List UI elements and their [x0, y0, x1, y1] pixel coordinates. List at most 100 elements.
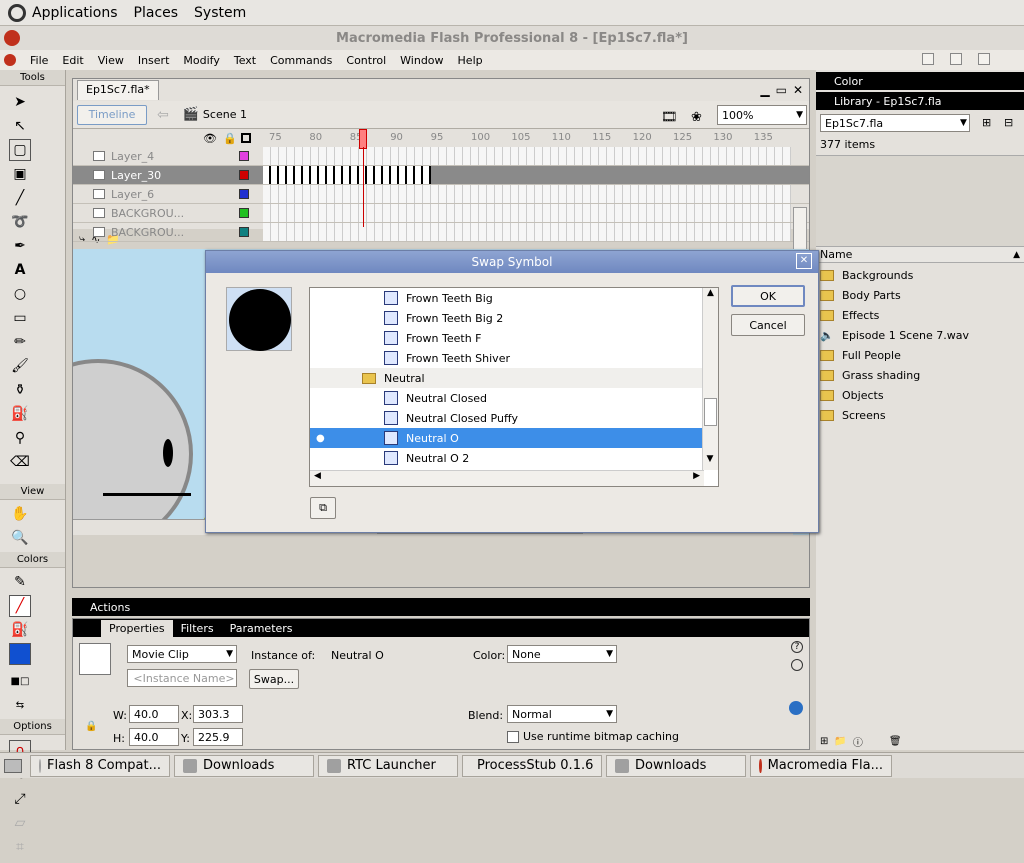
- layer-frames[interactable]: [263, 166, 431, 184]
- new-library-icon[interactable]: ⊞: [982, 116, 991, 129]
- menu-window[interactable]: Window: [400, 54, 443, 67]
- close-icon[interactable]: [978, 53, 990, 65]
- library-item[interactable]: Objects: [816, 385, 1024, 405]
- black-white-icon[interactable]: ■□: [9, 670, 31, 692]
- playhead[interactable]: [359, 129, 367, 149]
- tab-properties[interactable]: Properties: [101, 620, 173, 637]
- edit-symbols-icon[interactable]: ❀: [691, 110, 702, 125]
- library-name-header[interactable]: Name ▲: [816, 247, 1024, 263]
- vscroll-thumb[interactable]: [704, 398, 717, 426]
- swap-colors-icon[interactable]: ⇆: [9, 694, 31, 716]
- layer-color-swatch[interactable]: [239, 151, 249, 161]
- menu-file[interactable]: File: [30, 54, 48, 67]
- hand-tool-icon[interactable]: ✋: [9, 503, 31, 525]
- library-item[interactable]: Effects: [816, 305, 1024, 325]
- menu-control[interactable]: Control: [346, 54, 386, 67]
- tab-parameters[interactable]: Parameters: [222, 620, 301, 637]
- library-panel-header[interactable]: Library - Ep1Sc7.fla: [816, 92, 1024, 110]
- symbol-list-item[interactable]: ● Neutral O: [310, 428, 704, 448]
- layer-color-swatch[interactable]: [239, 227, 249, 237]
- scroll-down-icon[interactable]: ▼: [703, 454, 717, 470]
- help-icon[interactable]: ?: [791, 641, 803, 653]
- minimize-icon[interactable]: [922, 53, 934, 65]
- lock-icon[interactable]: 🔒: [223, 132, 237, 145]
- back-arrow-icon[interactable]: ⇦: [157, 107, 169, 123]
- delete-icon[interactable]: 🗑: [889, 736, 902, 747]
- lasso-tool-icon[interactable]: ➰: [9, 211, 31, 233]
- symbol-list-item[interactable]: Frown Teeth Big 2: [310, 308, 704, 328]
- text-tool-icon[interactable]: A: [9, 259, 31, 281]
- pen-tool-icon[interactable]: ✒: [9, 235, 31, 257]
- library-item[interactable]: Body Parts: [816, 285, 1024, 305]
- zoom-select[interactable]: 100% ▼: [717, 105, 807, 125]
- layer-frames[interactable]: [263, 204, 791, 222]
- blend-select[interactable]: Normal ▼: [507, 705, 617, 723]
- menu-text[interactable]: Text: [234, 54, 256, 67]
- scale-icon[interactable]: ⤢: [9, 788, 31, 810]
- library-item[interactable]: 🔈 Episode 1 Scene 7.wav: [816, 325, 1024, 345]
- taskbar-item[interactable]: Flash 8 Compat...: [30, 754, 170, 777]
- scroll-right-icon[interactable]: ▶: [693, 471, 700, 481]
- symbol-type-select[interactable]: Movie Clip ▼: [127, 645, 237, 663]
- symbol-list-item[interactable]: Neutral Closed Puffy: [310, 408, 704, 428]
- stroke-swatch[interactable]: ╱: [9, 595, 31, 617]
- properties-icon[interactable]: ⓘ: [853, 734, 863, 749]
- menu-places[interactable]: Places: [134, 5, 179, 21]
- color-panel-header[interactable]: Color: [816, 72, 1024, 90]
- bitmap-caching-checkbox[interactable]: [507, 731, 519, 743]
- line-tool-icon[interactable]: ╱: [9, 187, 31, 209]
- taskbar-item[interactable]: Macromedia Fla...: [750, 754, 892, 777]
- list-hscroll[interactable]: ◀ ▶: [310, 470, 704, 486]
- layer-row[interactable]: BACKGROU...: [73, 223, 809, 242]
- subselect-tool-icon[interactable]: ↖: [9, 115, 31, 137]
- layer-row[interactable]: BACKGROU...: [73, 204, 809, 223]
- x-input[interactable]: 303.3: [193, 705, 243, 723]
- taskbar-item[interactable]: Downloads: [606, 754, 746, 777]
- swap-button[interactable]: Swap...: [249, 669, 299, 689]
- dialog-close-icon[interactable]: ✕: [796, 253, 812, 269]
- fill-transform-tool-icon[interactable]: ▣: [9, 163, 31, 185]
- gnome-logo-icon[interactable]: [8, 3, 26, 22]
- layer-row[interactable]: Layer_6: [73, 185, 809, 204]
- new-folder-icon[interactable]: 📁: [834, 736, 846, 747]
- timeline-toggle-button[interactable]: Timeline: [77, 104, 147, 125]
- layer-color-swatch[interactable]: [239, 170, 249, 180]
- pencil-tool-icon[interactable]: ✏: [9, 331, 31, 353]
- tab-filters[interactable]: Filters: [173, 620, 222, 637]
- fill-color-icon[interactable]: ⛽: [9, 619, 31, 641]
- accessibility-icon[interactable]: [791, 659, 803, 671]
- layer-frames[interactable]: [263, 223, 791, 241]
- duplicate-symbol-button[interactable]: ⧉: [310, 497, 336, 519]
- width-input[interactable]: 40.0: [129, 705, 179, 723]
- envelope-icon[interactable]: ⌗: [9, 836, 31, 858]
- height-input[interactable]: 40.0: [129, 728, 179, 746]
- menu-modify[interactable]: Modify: [183, 54, 219, 67]
- menu-commands[interactable]: Commands: [270, 54, 332, 67]
- fill-swatch[interactable]: [9, 643, 31, 665]
- document-tab[interactable]: Ep1Sc7.fla*: [77, 80, 159, 100]
- zoom-tool-icon[interactable]: 🔍: [9, 527, 31, 549]
- menu-insert[interactable]: Insert: [138, 54, 170, 67]
- menu-system[interactable]: System: [194, 5, 246, 21]
- taskbar-item[interactable]: RTC Launcher: [318, 754, 458, 777]
- paint-bucket-tool-icon[interactable]: ⛽: [9, 403, 31, 425]
- outline-icon[interactable]: [241, 133, 251, 143]
- library-document-select[interactable]: Ep1Sc7.fla ▼: [820, 114, 970, 132]
- edit-accessibility-icon[interactable]: [789, 701, 803, 715]
- edit-scene-icon[interactable]: 🎞: [661, 110, 678, 125]
- layer-frames[interactable]: [263, 147, 791, 165]
- scroll-left-icon[interactable]: ◀: [314, 471, 321, 481]
- lock-proportions-icon[interactable]: 🔒: [85, 721, 97, 732]
- scroll-up-icon[interactable]: ▲: [703, 288, 718, 304]
- scene-label[interactable]: Scene 1: [203, 108, 247, 121]
- symbol-list-item[interactable]: Neutral Closed: [310, 388, 704, 408]
- list-vscroll[interactable]: ▲ ▼: [702, 288, 718, 470]
- free-transform-tool-icon[interactable]: ▢: [9, 139, 31, 161]
- symbol-list-item[interactable]: Neutral: [310, 368, 704, 388]
- library-item[interactable]: Screens: [816, 405, 1024, 425]
- eye-icon[interactable]: 👁: [203, 132, 217, 145]
- pin-icon[interactable]: ⊟: [1004, 116, 1013, 129]
- oval-tool-icon[interactable]: ○: [9, 283, 31, 305]
- library-item[interactable]: Grass shading: [816, 365, 1024, 385]
- ink-bottle-tool-icon[interactable]: ⚱: [9, 379, 31, 401]
